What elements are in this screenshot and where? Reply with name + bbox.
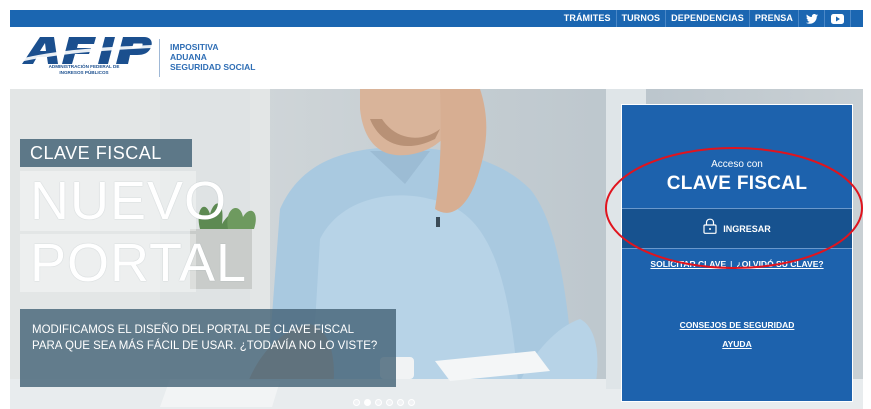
youtube-icon[interactable] [825,10,851,27]
carousel-dot[interactable] [375,399,382,406]
top-nav: TRÁMITES TURNOS DEPENDENCIAS PRENSA [559,10,851,27]
hero-message-line1: MODIFICAMOS EL DISEÑO DEL PORTAL DE CLAV… [32,324,355,336]
nav-link-prensa[interactable]: PRENSA [750,10,799,27]
carousel-dots [353,399,415,406]
top-nav-bar: TRÁMITES TURNOS DEPENDENCIAS PRENSA [10,10,863,27]
ayuda-link[interactable]: AYUDA [622,339,852,349]
hero-message[interactable]: MODIFICAMOS EL DISEÑO DEL PORTAL DE CLAV… [20,309,396,387]
header-divider [159,39,160,77]
nav-link-dependencias[interactable]: DEPENDENCIAS [666,10,750,27]
logo-caption-line2: INGRESOS PÚBLICOS [59,69,109,75]
carousel-dot[interactable] [408,399,415,406]
tagline-impositiva: IMPOSITIVA [170,42,219,52]
tagline: IMPOSITIVA ADUANA SEGURIDAD SOCIAL [170,42,255,72]
hero-headline-line1: NUEVO [20,171,226,231]
carousel-dot[interactable] [353,399,360,406]
hero-kicker: CLAVE FISCAL [20,139,192,167]
twitter-icon[interactable] [799,10,825,27]
tagline-aduana: ADUANA [170,52,207,62]
afip-logo[interactable]: ADMINISTRACIÓN FEDERAL DE INGRESOS PÚBLI… [20,35,152,87]
tagline-seguridad-social: SEGURIDAD SOCIAL [170,62,256,72]
hero-message-line2: PARA QUE SEA MÁS FÁCIL DE USAR. ¿TODAVÍA… [32,340,378,352]
consejos-seguridad-link[interactable]: CONSEJOS DE SEGURIDAD [622,320,852,330]
afip-logo-mark [20,37,152,64]
nav-link-turnos[interactable]: TURNOS [617,10,667,27]
nav-link-tramites[interactable]: TRÁMITES [559,10,617,27]
site-header: ADMINISTRACIÓN FEDERAL DE INGRESOS PÚBLI… [10,27,863,88]
logo-caption: ADMINISTRACIÓN FEDERAL DE INGRESOS PÚBLI… [20,64,148,75]
carousel-dot[interactable] [364,399,371,406]
carousel-dot[interactable] [397,399,404,406]
hero-headline-line2: PORTAL [20,234,246,292]
annotation-ellipse [605,147,863,269]
carousel-dot[interactable] [386,399,393,406]
